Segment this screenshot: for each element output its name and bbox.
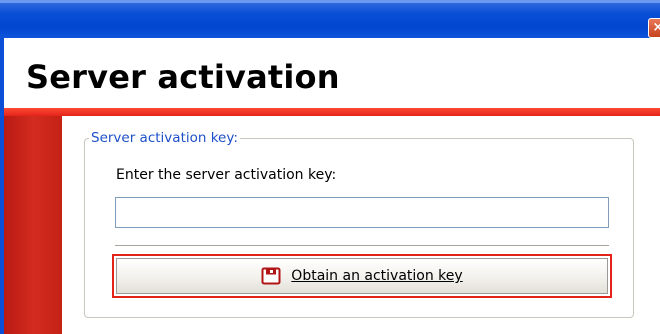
side-accent-band: [4, 116, 62, 334]
key-card-icon: [261, 267, 281, 285]
close-button[interactable]: ×: [648, 18, 660, 38]
obtain-button-label: Obtain an activation key: [291, 268, 463, 284]
divider: [115, 245, 609, 246]
obtain-button-face: Obtain an activation key: [116, 258, 608, 294]
activation-key-input[interactable]: [115, 197, 609, 228]
activation-key-group: Server activation key: Enter the server …: [84, 130, 634, 318]
page-title: Server activation: [26, 58, 340, 96]
page-header: Server activation: [4, 38, 660, 108]
close-icon: ×: [652, 20, 660, 35]
content-area: Server activation key: Enter the server …: [62, 116, 660, 334]
header-accent-strip: [4, 108, 660, 116]
key-prompt-label: Enter the server activation key:: [116, 167, 337, 183]
window-titlebar: ×: [0, 0, 660, 38]
obtain-activation-key-button[interactable]: Obtain an activation key: [112, 254, 612, 298]
group-legend: Server activation key:: [89, 130, 240, 146]
titlebar-highlight: [0, 0, 660, 3]
